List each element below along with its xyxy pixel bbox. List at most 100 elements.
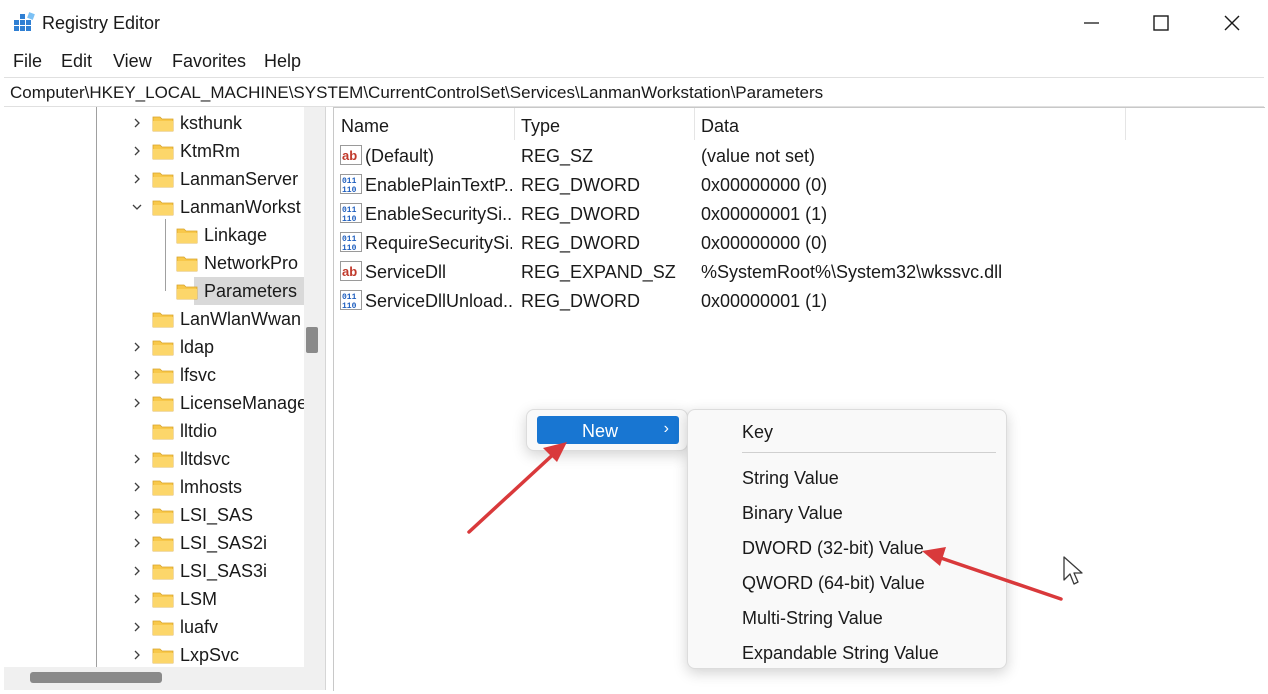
submenu-binary-value[interactable]: Binary Value (742, 503, 843, 524)
close-button[interactable] (1196, 0, 1266, 46)
chevron-down-icon[interactable] (132, 202, 142, 212)
folder-icon (152, 564, 174, 580)
tree-item[interactable]: LSI_SAS (4, 501, 304, 529)
chevron-right-icon[interactable] (132, 538, 142, 548)
menu-file[interactable]: File (13, 51, 42, 72)
tree-item[interactable]: KtmRm (4, 137, 304, 165)
value-row[interactable]: ab (Default) REG_SZ (value not set) (334, 141, 1265, 170)
value-data: 0x00000000 (0) (701, 175, 828, 195)
submenu-arrow-icon: › (663, 420, 669, 437)
folder-icon (176, 284, 198, 300)
menu-help[interactable]: Help (264, 51, 301, 72)
tree-item[interactable]: lfsvc (4, 361, 304, 389)
folder-icon (152, 536, 174, 552)
tree-item[interactable]: lmhosts (4, 473, 304, 501)
key-tree-pane[interactable]: ksthunk KtmRm LanmanServer LanmanWorkst Link… (4, 107, 326, 690)
submenu-string-value[interactable]: String Value (742, 468, 839, 489)
menu-view[interactable]: View (113, 51, 152, 72)
tree-horizontal-scroll-thumb[interactable] (30, 672, 162, 683)
tree-item[interactable]: lltdsvc (4, 445, 304, 473)
maximize-button[interactable] (1126, 0, 1196, 46)
tree-item[interactable]: Parameters (4, 277, 320, 305)
chevron-right-icon[interactable] (132, 482, 142, 492)
column-separator[interactable] (1125, 108, 1126, 140)
submenu-qword-value[interactable]: QWORD (64-bit) Value (742, 573, 925, 594)
tree-item[interactable]: LxpSvc (4, 641, 304, 669)
minimize-button[interactable] (1057, 0, 1127, 46)
tree-item[interactable]: NetworkPro (4, 249, 304, 277)
folder-icon (152, 480, 174, 496)
context-menu: New › (526, 409, 688, 451)
submenu-key[interactable]: Key (742, 422, 773, 443)
tree-vertical-scroll-thumb[interactable] (306, 327, 318, 353)
tree-item[interactable]: Linkage (4, 221, 304, 249)
tree-item[interactable]: LanmanServer (4, 165, 304, 193)
chevron-right-icon[interactable] (132, 398, 142, 408)
chevron-right-icon[interactable] (132, 146, 142, 156)
folder-icon (152, 172, 174, 188)
column-header-type[interactable]: Type (514, 108, 694, 140)
title-bar: Registry Editor (0, 0, 1268, 46)
menu-favorites[interactable]: Favorites (172, 51, 246, 72)
folder-icon (152, 508, 174, 524)
chevron-right-icon[interactable] (132, 118, 142, 128)
context-menu-new-label: New (582, 421, 619, 441)
tree-item[interactable]: LanWlanWwan (4, 305, 304, 333)
submenu-expandable-string-value[interactable]: Expandable String Value (742, 643, 939, 664)
value-data: 0x00000001 (1) (701, 291, 828, 311)
column-header-data[interactable]: Data (694, 108, 1124, 140)
address-path[interactable]: Computer\HKEY_LOCAL_MACHINE\SYSTEM\Curre… (10, 83, 823, 103)
close-icon (1224, 15, 1240, 31)
tree-item[interactable]: luafv (4, 613, 304, 641)
tree-item-label: LanWlanWwan (180, 309, 302, 329)
mouse-cursor-icon (1063, 556, 1083, 585)
submenu-multi-string-value[interactable]: Multi-String Value (742, 608, 883, 629)
chevron-right-icon[interactable] (132, 454, 142, 464)
chevron-right-icon[interactable] (132, 174, 142, 184)
chevron-right-icon[interactable] (132, 566, 142, 576)
tree-item-label: luafv (180, 617, 219, 637)
tree-item-label: lltdsvc (180, 449, 231, 469)
value-name: EnableSecuritySi... (365, 204, 512, 224)
tree-item[interactable]: lltdio (4, 417, 304, 445)
tree-item-label: LanmanWorkst (180, 197, 301, 217)
window-title: Registry Editor (42, 13, 161, 33)
chevron-right-icon[interactable] (132, 650, 142, 660)
column-header-name[interactable]: Name (334, 108, 514, 140)
tree-item[interactable]: LicenseManage (4, 389, 307, 417)
chevron-right-icon[interactable] (132, 510, 142, 520)
binary-value-icon: 011110 (340, 174, 362, 194)
value-row[interactable]: 011 110 ServiceDllUnload... REG_DWORD 0x0000… (334, 286, 1265, 315)
value-data: %SystemRoot%\System32\wkssvc.dll (701, 262, 1003, 282)
svg-text:110: 110 (342, 244, 357, 252)
submenu-dword-value[interactable]: DWORD (32-bit) Value (742, 538, 924, 559)
chevron-right-icon[interactable] (132, 342, 142, 352)
tree-item[interactable]: LSI_SAS3i (4, 557, 304, 585)
tree-vertical-scrollbar[interactable] (304, 107, 325, 667)
chevron-right-icon[interactable] (132, 622, 142, 632)
chevron-right-icon[interactable] (132, 594, 142, 604)
tree-item[interactable]: ksthunk (4, 109, 304, 137)
tree-item-label: LSI_SAS (180, 505, 254, 525)
column-header-type-label: Type (521, 116, 561, 136)
folder-icon (152, 144, 174, 160)
chevron-right-icon[interactable] (132, 370, 142, 380)
tree-item[interactable]: LSM (4, 585, 304, 613)
string-value-icon: ab (340, 145, 362, 165)
tree-item[interactable]: LanmanWorkst (4, 193, 304, 221)
value-row[interactable]: 011 110 EnablePlainTextP... REG_DWORD 0x0000… (334, 170, 1265, 199)
svg-text:110: 110 (342, 215, 357, 223)
value-row[interactable]: ab ServiceDll REG_EXPAND_SZ %SystemRoot%\Sy… (334, 257, 1265, 286)
svg-text:011: 011 (342, 293, 357, 302)
minimize-icon (1084, 22, 1099, 24)
value-row[interactable]: 011 110 EnableSecuritySi... REG_DWORD 0x0000… (334, 199, 1265, 228)
value-row[interactable]: 011 110 RequireSecuritySi... REG_DWORD 0x000… (334, 228, 1265, 257)
value-type: REG_DWORD (521, 175, 641, 195)
context-menu-new[interactable]: New › (537, 416, 679, 444)
tree-item[interactable]: LSI_SAS2i (4, 529, 304, 557)
tree-item-label: Linkage (204, 225, 268, 245)
binary-value-icon: 011110 (340, 290, 362, 310)
menu-edit[interactable]: Edit (61, 51, 92, 72)
address-bar[interactable]: Computer\HKEY_LOCAL_MACHINE\SYSTEM\Curre… (4, 77, 1264, 107)
tree-item[interactable]: ldap (4, 333, 304, 361)
